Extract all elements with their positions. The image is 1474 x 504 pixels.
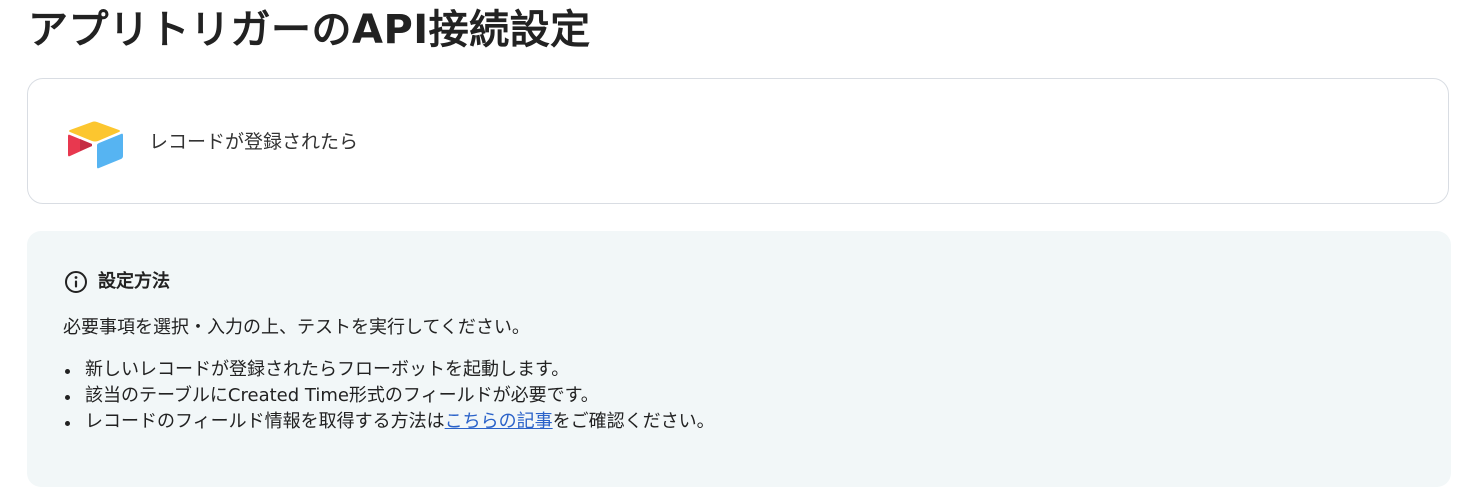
list-item-text: 新しいレコードが登録されたらフローボットを起動します。: [85, 359, 570, 380]
list-item: 該当のテーブルにCreated Time形式のフィールドが必要です。: [63, 383, 715, 409]
list-item: 新しいレコードが登録されたらフローボットを起動します。: [63, 357, 715, 383]
info-header: 設定方法: [64, 269, 170, 295]
list-item: レコードのフィールド情報を取得する方法はこちらの記事をご確認ください。: [63, 409, 715, 435]
trigger-card[interactable]: レコードが登録されたら: [27, 78, 1449, 204]
trigger-label: レコードが登録されたら: [149, 131, 359, 153]
setup-instructions-panel: 設定方法 必要事項を選択・入力の上、テストを実行してください。 新しいレコードが…: [27, 231, 1451, 487]
list-item-text-after: をご確認ください。: [552, 411, 715, 432]
article-link[interactable]: こちらの記事: [445, 411, 553, 432]
info-lead-text: 必要事項を選択・入力の上、テストを実行してください。: [63, 317, 530, 338]
info-title: 設定方法: [98, 271, 170, 292]
list-item-text: 該当のテーブルにCreated Time形式のフィールドが必要です。: [85, 385, 599, 406]
page-title: アプリトリガーのAPI接続設定: [28, 7, 591, 53]
info-list: 新しいレコードが登録されたらフローボットを起動します。 該当のテーブルにCrea…: [63, 357, 715, 435]
info-circle-icon: [64, 270, 88, 294]
airtable-logo-icon: [66, 119, 124, 169]
list-item-text-before: レコードのフィールド情報を取得する方法は: [85, 411, 445, 432]
